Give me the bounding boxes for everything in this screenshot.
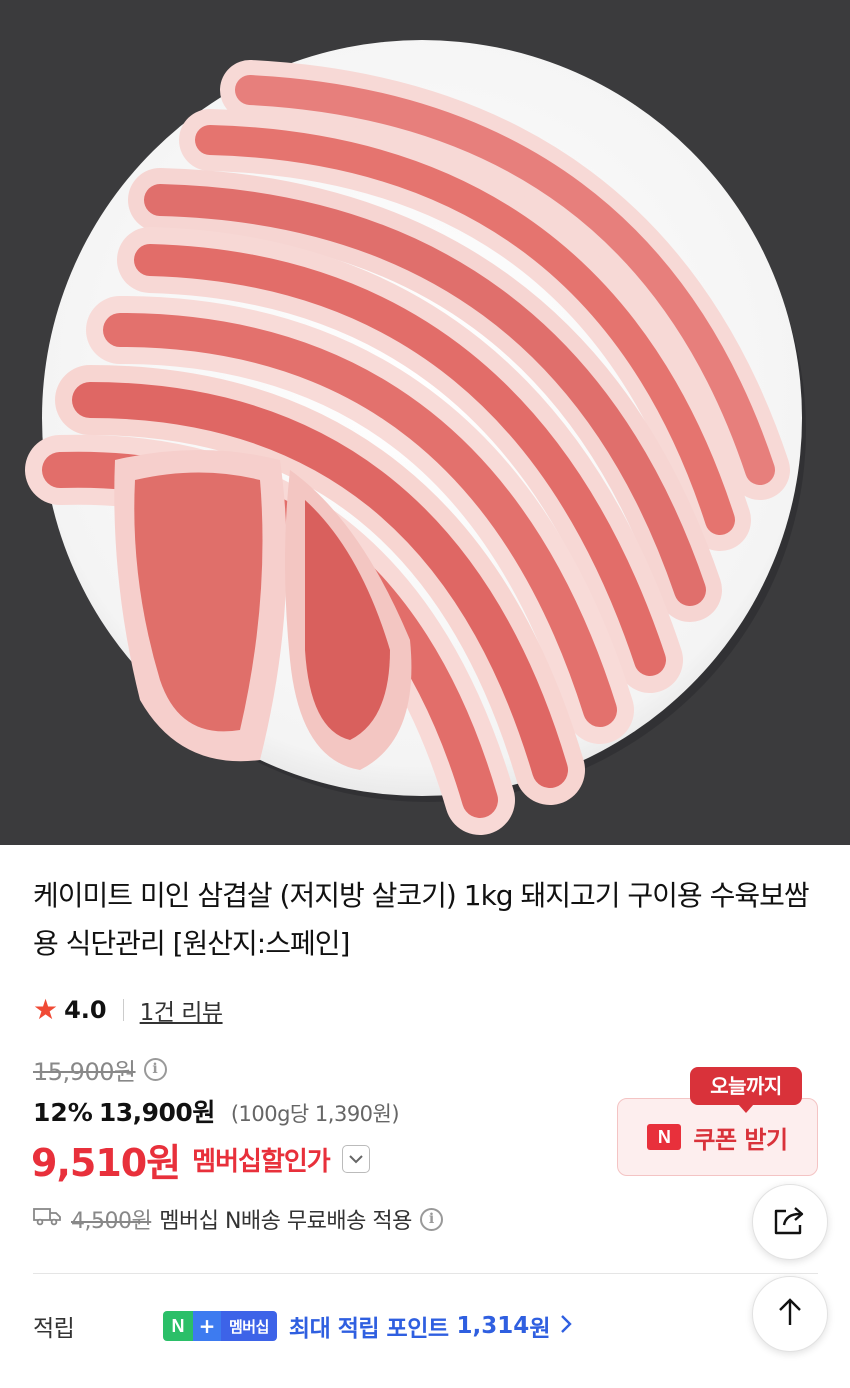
points-unit: 원 [529,1316,551,1342]
info-icon[interactable]: i [419,1207,443,1231]
rating-value: 4.0 [64,996,107,1024]
info-icon[interactable]: i [143,1057,167,1081]
points-label: 적립 [33,1316,75,1342]
divider [122,999,124,1021]
member-price-label: 멤버십할인가 [192,1146,331,1177]
scroll-top-button[interactable] [752,1276,828,1352]
star-icon: ★ [33,993,59,1026]
review-link[interactable]: 1건 리뷰 [140,993,223,1027]
badge-plus: + [193,1311,221,1341]
shipping-original-fee: 4,500원 [71,1209,152,1234]
arrow-up-icon [777,1297,803,1331]
unit-price: (100g당 1,390원) [230,1102,400,1126]
section-divider [33,1273,818,1274]
badge-n: N [163,1311,193,1341]
coupon-deadline-badge: 오늘까지 [690,1067,802,1113]
rating-row: ★ 4.0 1건 리뷰 [33,990,223,1030]
points-row[interactable]: 적립 N + 멤버십 최대 적립 포인트 1,314 원 [33,1305,573,1347]
naver-plus-membership-badge: N + 멤버십 [163,1311,277,1341]
coupon-button-label: 쿠폰 받기 [693,1125,788,1154]
original-price-row: 15,900원 i [33,1050,167,1088]
shipping-row: 4,500원 멤버십 N배송 무료배송 적용 i [33,1200,443,1238]
share-button[interactable] [752,1184,828,1260]
shipping-text: 멤버십 N배송 무료배송 적용 [159,1209,412,1234]
original-price: 15,900원 [33,1057,136,1086]
product-image [0,0,850,845]
discount-rate: 12% [33,1098,93,1127]
naver-logo-icon: N [647,1124,682,1150]
share-icon [772,1203,808,1241]
coupon-button[interactable]: N 쿠폰 받기 [617,1098,818,1176]
sale-price: 13,900원 [98,1098,215,1127]
points-amount: 1,314 [456,1313,530,1339]
points-text: 최대 적립 포인트 [288,1316,449,1342]
member-price-row: 9,510원 멤버십할인가 [31,1134,370,1185]
member-price: 9,510원 [31,1140,181,1185]
chevron-right-icon [560,1314,573,1338]
pork-belly-illustration [0,0,850,845]
badge-membership: 멤버십 [221,1311,277,1341]
product-title: 케이미트 미인 삼겹살 (저지방 살코기) 1kg 돼지고기 구이용 수육보쌈용… [33,879,810,960]
chevron-down-icon[interactable] [341,1145,370,1173]
sale-price-row: 12% 13,900원 (100g당 1,390원) [33,1093,400,1133]
truck-icon [33,1206,61,1232]
